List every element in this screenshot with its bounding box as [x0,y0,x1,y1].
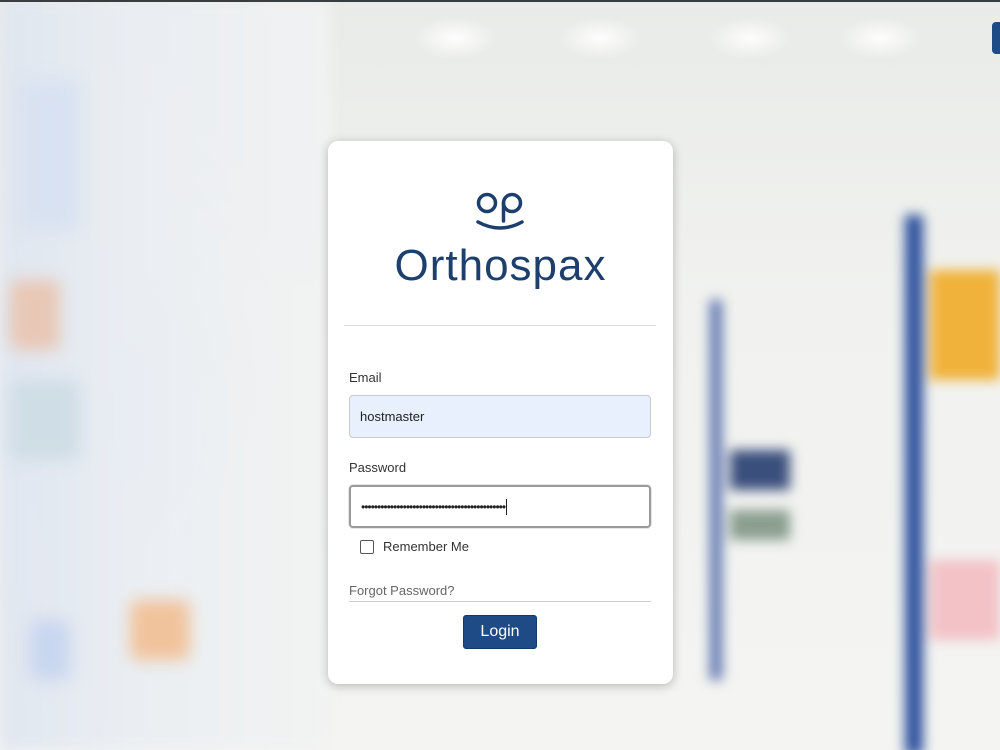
brand-name: Orthospax [394,241,607,290]
background-shelf-right [700,215,1000,750]
remember-me-checkbox[interactable] [360,539,374,554]
login-page: Orthospax Email hostmaster Password ••••… [0,0,1000,750]
background-product [930,270,1000,380]
background-product [30,620,70,680]
email-label: Email [349,370,382,385]
background-product [10,380,80,460]
background-product [930,560,1000,640]
email-field[interactable]: hostmaster [349,395,651,438]
header-divider [344,325,656,326]
corner-button[interactable] [992,22,1000,54]
password-field[interactable]: ••••••••••••••••••••••••••••••••••••••••… [349,485,651,528]
background-product [130,600,190,660]
login-button[interactable]: Login [463,615,537,649]
forgot-password-link[interactable]: Forgot Password? [349,583,651,602]
background-product [730,450,790,490]
window-top-border [0,0,1000,2]
background-product [10,280,60,350]
text-caret [506,498,508,515]
password-mask: ••••••••••••••••••••••••••••••••••••••••… [361,499,506,514]
login-card: Orthospax Email hostmaster Password ••••… [328,141,673,684]
email-value: hostmaster [360,409,425,424]
background-pillar [710,300,722,680]
password-label: Password [349,460,407,475]
background-pillar [905,215,923,750]
remember-me[interactable]: Remember Me [360,539,469,554]
background-product [20,80,80,230]
brand-logo-icon [476,192,524,230]
remember-me-label[interactable]: Remember Me [383,539,469,554]
background-product [730,510,790,540]
